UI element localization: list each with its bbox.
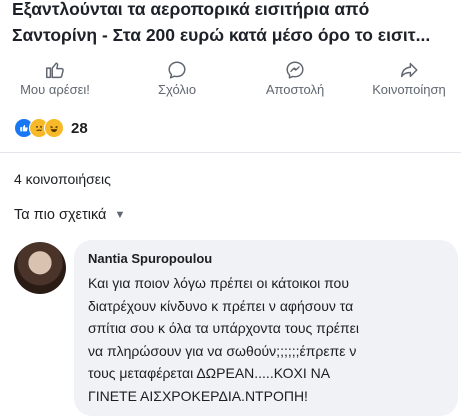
headline-line-2: Σαντορίνη - Στα 200 ευρώ κατά μέσο όρο τ…	[12, 25, 431, 45]
like-icon	[46, 62, 64, 79]
comment-button[interactable]: Σχόλιο	[122, 54, 232, 97]
comment-line: σπίτια σου κ όλα τα υπάρχοντα τους πρέπε…	[88, 320, 360, 336]
reactions-count: 28	[71, 119, 88, 137]
like-button[interactable]: Μου αρέσει!	[0, 54, 110, 97]
shares-count[interactable]: 4 κοινοποιήσεις	[14, 171, 111, 187]
send-button[interactable]: Αποστολή	[240, 54, 350, 97]
share-icon	[400, 62, 418, 78]
comment-icon	[168, 61, 186, 79]
comment-line: ΓΙΝΕΤΕ ΑΙΣΧΡΟΚΕΡΔΙΑ.ΝΤΡΟΠΗ!	[88, 387, 308, 404]
chevron-down-icon: ▼	[114, 209, 126, 221]
like-label: Μου αρέσει!	[20, 82, 90, 97]
comment-line: τους μεταφέρεται ΔΩΡΕΑΝ.....ΚΟΧΙ ΝΑ	[88, 365, 331, 381]
comment-label: Σχόλιο	[157, 82, 197, 97]
messenger-icon	[286, 61, 304, 79]
share-label: Κοινοποίηση	[372, 82, 446, 97]
reactions-summary[interactable]: 28	[14, 117, 88, 139]
comment-line: Και για ποιον λόγω πρέπει οι κάτοικοι πο…	[88, 275, 350, 291]
avatar[interactable]	[14, 242, 66, 294]
share-button[interactable]: Κοινοποίηση	[354, 54, 461, 97]
send-label: Αποστολή	[265, 82, 325, 97]
divider	[0, 152, 461, 153]
comment-author[interactable]: Nantia Spuropoulou	[88, 251, 212, 266]
headline-line-1: Εξαντλούνται τα αεροπορικά εισιτήρια από	[12, 0, 370, 19]
haha-reaction-icon	[44, 118, 64, 138]
post-actions-bar: Μου αρέσει! Σχόλιο Αποστολή Κοινοποίηση	[0, 54, 461, 106]
comment-text: Και για ποιον λόγω πρέπει οι κάτοικοι πο…	[88, 272, 448, 407]
post-headline[interactable]: Εξαντλούνται τα αεροπορικά εισιτήρια από…	[12, 0, 452, 48]
comment-line: διατρέχουν κίνδυνο κ πρέπει ν αφήσουν τα	[88, 297, 354, 314]
comment-line: να πληρώσουν για να σωθούν;;;;;;έπρεπε ν	[88, 342, 357, 359]
comment-sort-dropdown[interactable]: Τα πιο σχετικά ▼	[14, 207, 125, 223]
post-card: Εξαντλούνται τα αεροπορικά εισιτήρια από…	[0, 0, 461, 416]
sort-label: Τα πιο σχετικά	[14, 207, 107, 223]
comment-bubble: Nantia Spuropoulou Και για ποιον λόγω πρ…	[74, 240, 458, 416]
